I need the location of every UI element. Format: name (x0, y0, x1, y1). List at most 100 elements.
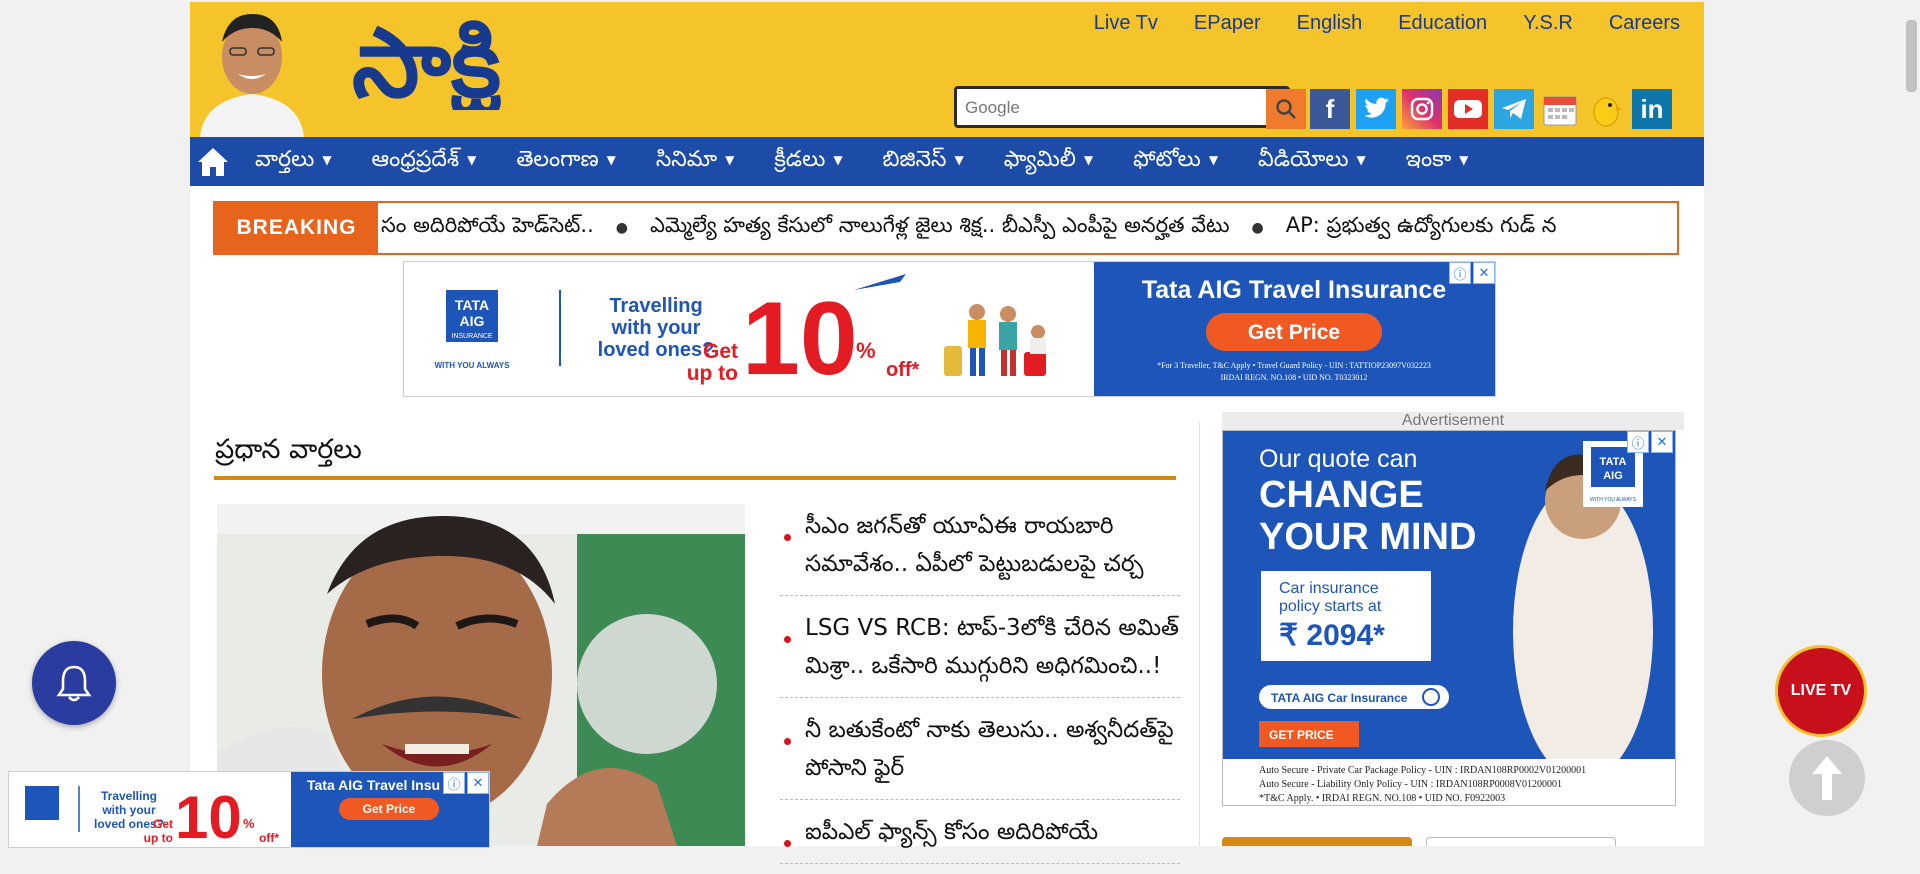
nav-item-more[interactable]: ఇంకా ▼ (1386, 147, 1489, 177)
tab-active[interactable] (1222, 837, 1412, 846)
nav-label: బిజినెస్ (882, 146, 947, 172)
svg-text:up to: up to (687, 362, 738, 385)
svg-text:Get: Get (153, 817, 173, 831)
scrollbar-thumb[interactable] (1906, 20, 1917, 92)
svg-text:with your: with your (101, 803, 156, 817)
bullet-icon: ● (615, 220, 628, 236)
bullet-icon: ● (1251, 220, 1264, 236)
top-link-english[interactable]: English (1297, 12, 1363, 35)
nav-label: ఫోటోలు (1133, 146, 1201, 172)
top-link-live-tv[interactable]: Live Tv (1094, 12, 1158, 35)
section-title: ప్రధాన వార్తలు (215, 434, 362, 465)
svg-text:TATA: TATA (1600, 456, 1627, 468)
notification-bell-button[interactable] (32, 641, 116, 725)
ad-info-icon[interactable]: ⓘ (1627, 431, 1649, 453)
facebook-icon[interactable]: f (1310, 89, 1350, 129)
sakshi-logo[interactable]: సాక్షి (352, 7, 612, 123)
social-links: f in (1310, 89, 1672, 129)
nav-label: క్రీడలు (774, 146, 826, 172)
ticker-item[interactable]: ఎమ్మెల్యే హత్య కేసులో నాలుగేళ్ల జైలు శిక… (650, 213, 1230, 243)
linkedin-icon[interactable]: in (1632, 89, 1672, 129)
nav-item-family[interactable]: ఫ్యామిలీ ▼ (984, 147, 1113, 177)
svg-text:GET PRICE: GET PRICE (1269, 728, 1334, 742)
ad-controls: ⓘ ✕ (1449, 262, 1495, 284)
ad-info-icon[interactable]: ⓘ (1449, 262, 1471, 284)
caret-down-icon: ▼ (833, 152, 843, 167)
svg-text:Auto Secure - Liability Only P: Auto Secure - Liability Only Policy - UI… (1259, 779, 1562, 790)
svg-text:Car insurance: Car insurance (1279, 580, 1379, 597)
headline-item[interactable]: నీ బతుకేంటో నాకు తెలుసు.. అశ్వనీదత్‌పై ప… (780, 708, 1180, 800)
instagram-icon[interactable] (1402, 89, 1442, 129)
nav-item-andhra[interactable]: ఆంధ్రప్రదేశ్ ▼ (352, 147, 497, 177)
ad-close-icon[interactable]: ✕ (1473, 262, 1495, 284)
nav-item-business[interactable]: బిజినెస్ ▼ (863, 147, 984, 177)
search-button[interactable] (1266, 89, 1306, 129)
home-icon[interactable] (190, 137, 235, 186)
arrow-up-icon (1812, 756, 1842, 800)
svg-text:10: 10 (742, 281, 858, 396)
svg-text:WITH YOU ALWAYS: WITH YOU ALWAYS (435, 361, 510, 370)
svg-text:TATA: TATA (455, 297, 489, 313)
svg-text:Tata AIG Travel Insurance: Tata AIG Travel Insurance (1142, 276, 1446, 304)
leader-photo (190, 2, 314, 137)
svg-text:సాక్షి: సాక్షి (352, 10, 509, 110)
top-link-ysr[interactable]: Y.S.R (1523, 12, 1573, 35)
svg-text:Get Price: Get Price (363, 802, 416, 816)
headline-item[interactable]: ఐపీఎల్‌ ఫ్యాన్స్‌ కోసం అదిరిపోయే (780, 810, 1180, 864)
ad-close-icon[interactable]: ✕ (1651, 431, 1673, 453)
calendar-icon[interactable] (1540, 89, 1580, 129)
svg-text:%: % (856, 338, 876, 363)
headline-item[interactable]: LSG VS RCB: టాప్‌-3లోకి చేరిన అమిత్‌ మిశ… (780, 606, 1180, 698)
top-link-education[interactable]: Education (1398, 12, 1487, 35)
nav-label: వార్తలు (255, 146, 315, 172)
top-ad-banner[interactable]: TATA AIG INSURANCE WITH YOU ALWAYS Trave… (403, 261, 1496, 397)
nav-label: వీడియోలు (1258, 146, 1349, 172)
nav-item-news[interactable]: వార్తలు ▼ (235, 147, 352, 177)
caret-down-icon: ▼ (322, 152, 332, 167)
headline-item[interactable]: సీఎం జగన్‌తో యూఏఈ రాయబారి సమావేశం.. ఏపీల… (780, 504, 1180, 596)
svg-text:*For 3 Traveller, T&C Apply •: *For 3 Traveller, T&C Apply • Travel Gua… (1157, 361, 1431, 370)
ad-close-icon[interactable]: ✕ (467, 772, 489, 794)
nav-label: తెలంగాణ (516, 146, 599, 172)
nav-item-sports[interactable]: క్రీడలు ▼ (754, 147, 862, 177)
svg-text:off*: off* (886, 359, 920, 381)
ticker-item[interactable]: సం అదిరిపోయే హెడ్‌సెట్.. (381, 213, 594, 243)
top-link-careers[interactable]: Careers (1609, 12, 1680, 35)
side-ad-banner[interactable]: Our quote can CHANGE YOUR MIND Car insur… (1222, 430, 1676, 806)
svg-text:Travelling: Travelling (101, 789, 157, 803)
svg-text:up to: up to (144, 831, 173, 845)
live-tv-button[interactable]: LIVE TV (1775, 645, 1867, 737)
breaking-ticker: BREAKING సం అదిరిపోయే హెడ్‌సెట్.. ● ఎమ్మ… (213, 201, 1679, 255)
nav-label: ఫ్యామిలీ (1003, 146, 1076, 172)
twitter-icon[interactable] (1356, 89, 1396, 129)
ad-info-icon[interactable]: ⓘ (443, 772, 465, 794)
search-input[interactable]: Google (954, 86, 1290, 128)
svg-text:loved ones?: loved ones? (598, 339, 715, 361)
svg-text:with your: with your (611, 317, 701, 339)
svg-text:policy starts at: policy starts at (1279, 598, 1382, 615)
svg-text:Get: Get (703, 340, 738, 363)
svg-text:INSURANCE: INSURANCE (451, 333, 493, 340)
nav-item-telangana[interactable]: తెలంగాణ ▼ (496, 147, 636, 177)
top-links: Live Tv EPaper English Education Y.S.R C… (1094, 12, 1680, 35)
masthead: సాక్షి Live Tv EPaper English Education … (190, 2, 1704, 137)
svg-text:WITH YOU ALWAYS: WITH YOU ALWAYS (1590, 497, 1637, 503)
svg-text:10: 10 (175, 784, 242, 847)
nav-item-photos[interactable]: ఫోటోలు ▼ (1113, 147, 1238, 177)
ticker-item[interactable]: AP: ప్రభుత్వ ఉద్యోగులకు గుడ్ న (1286, 213, 1557, 243)
page-scrollbar[interactable] (1903, 0, 1920, 846)
top-link-epaper[interactable]: EPaper (1194, 12, 1261, 35)
svg-text:TATA AIG Car Insurance: TATA AIG Car Insurance (1271, 691, 1408, 705)
youtube-icon[interactable] (1448, 89, 1488, 129)
nav-item-cinema[interactable]: సినిమా ▼ (636, 147, 754, 177)
column-divider (1199, 422, 1200, 846)
caret-down-icon: ▼ (467, 152, 477, 167)
svg-text:AIG: AIG (1603, 470, 1623, 482)
scroll-to-top-button[interactable] (1789, 740, 1865, 816)
bottom-ad-banner[interactable]: Travelling with your loved ones? Get up … (8, 771, 490, 848)
caret-down-icon: ▼ (606, 152, 616, 167)
tab-inactive[interactable] (1426, 837, 1616, 846)
koo-icon[interactable] (1586, 89, 1626, 129)
telegram-icon[interactable] (1494, 89, 1534, 129)
nav-item-videos[interactable]: వీడియోలు ▼ (1238, 147, 1386, 177)
